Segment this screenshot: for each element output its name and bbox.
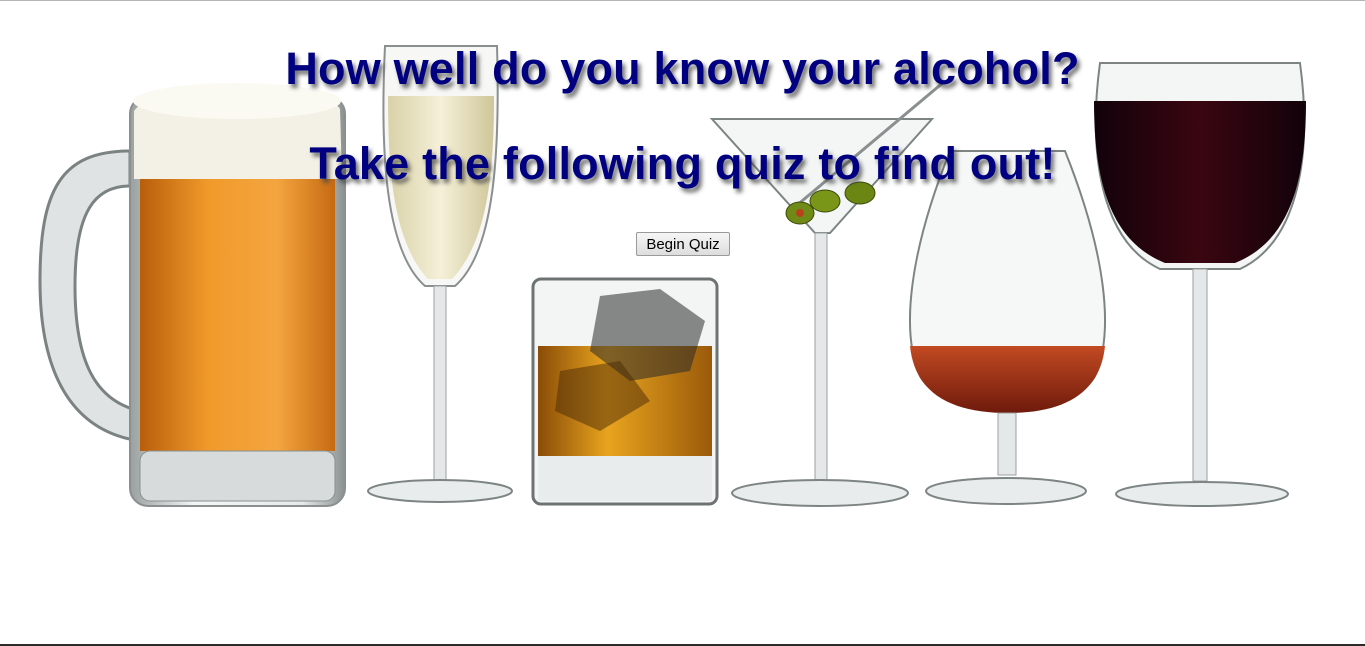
champagne-flute-icon: [367, 45, 513, 503]
quiz-landing-page: How well do you know your alcohol? Take …: [0, 0, 1365, 646]
begin-quiz-button[interactable]: Begin Quiz: [636, 232, 730, 256]
page-subtitle: Take the following quiz to find out!: [309, 138, 1056, 189]
brandy-snifter-icon: [909, 150, 1106, 505]
page-title: How well do you know your alcohol?: [285, 43, 1080, 94]
red-wine-glass-icon: [1094, 62, 1306, 507]
whiskey-glass-icon: [531, 277, 719, 506]
